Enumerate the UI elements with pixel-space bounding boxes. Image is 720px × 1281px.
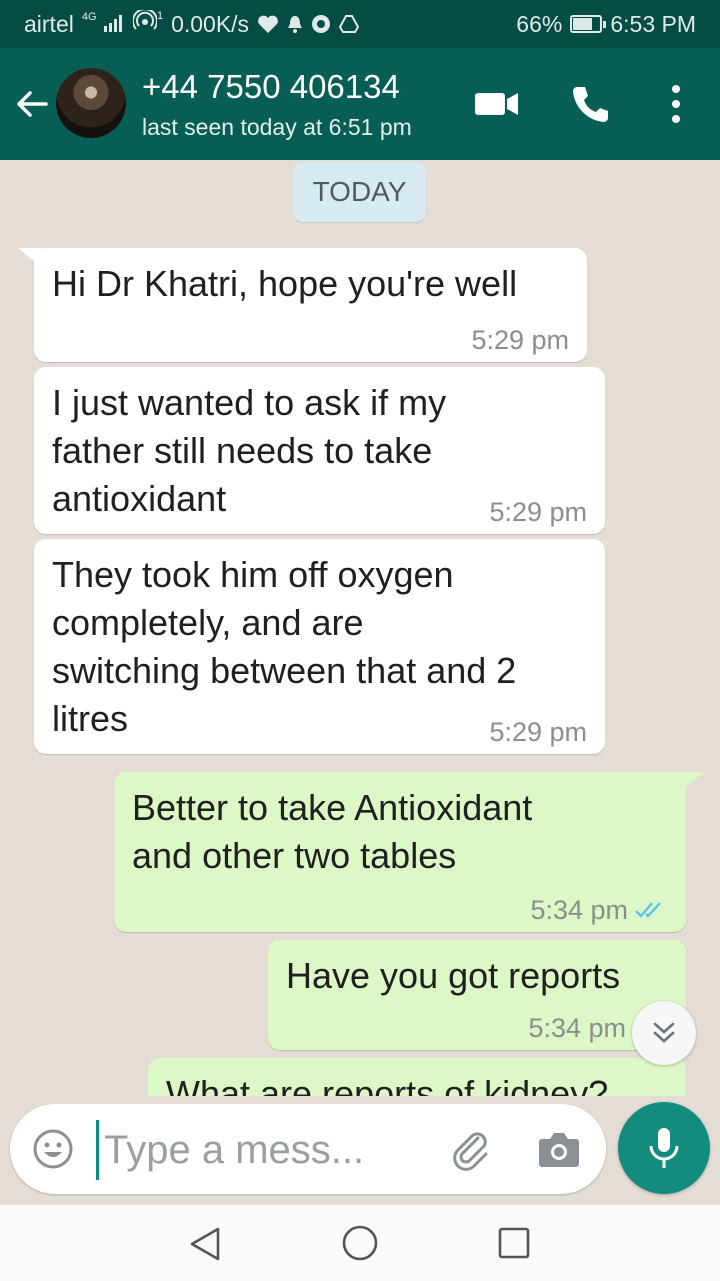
hotspot-indicator: 1 xyxy=(131,8,164,38)
phone-icon[interactable] xyxy=(570,84,610,124)
message-text-line: They took him off oxygen xyxy=(52,554,454,595)
chat-header: +44 7550 406134 last seen today at 6:51 … xyxy=(0,48,720,160)
read-ticks-icon xyxy=(635,902,661,918)
message-time-label: 5:34 pm xyxy=(530,895,628,925)
text-cursor xyxy=(96,1120,99,1180)
message-bubble-outgoing[interactable]: Better to take Antioxidant and other two… xyxy=(114,772,686,932)
message-text-line: completely, and are xyxy=(52,602,364,643)
nav-home-icon[interactable] xyxy=(340,1223,380,1263)
network-type: 4G xyxy=(82,11,125,38)
message-list[interactable]: TODAY Hi Dr Khatri, hope you're well 5:2… xyxy=(0,160,720,1096)
avatar[interactable] xyxy=(56,68,126,138)
battery-percent: 66% xyxy=(516,10,563,37)
status-bar: airtel 4G 1 0.00K/s 66% 6:53 PM xyxy=(0,0,720,48)
network-speed: 0.00K/s xyxy=(171,10,250,37)
battery-fill xyxy=(573,18,592,30)
message-time-label: 5:29 pm xyxy=(471,325,569,355)
more-vert-icon[interactable] xyxy=(664,82,688,126)
network-type-label: 4G xyxy=(81,10,97,23)
paperclip-icon[interactable] xyxy=(448,1126,494,1172)
double-chevron-down-icon xyxy=(653,1022,675,1043)
emoji-icon[interactable] xyxy=(32,1128,74,1170)
notification-bell-icon xyxy=(288,16,303,33)
message-time-label: 5:34 pm xyxy=(528,1013,626,1043)
message-text-line: switching between that and 2 xyxy=(52,650,517,691)
system-nav-bar xyxy=(0,1204,720,1281)
message-input[interactable] xyxy=(102,1122,426,1178)
last-seen-status: last seen today at 6:51 pm xyxy=(142,114,412,140)
video-call-icon[interactable] xyxy=(474,88,520,120)
message-text-line: and other two tables xyxy=(132,835,457,876)
message-composer xyxy=(10,1104,606,1194)
nav-recent-icon[interactable] xyxy=(496,1225,532,1261)
message-text: Have you got reports xyxy=(286,955,621,996)
message-time: 5:29 pm xyxy=(471,324,569,356)
voice-record-button[interactable] xyxy=(618,1102,710,1194)
contact-name[interactable]: +44 7550 406134 xyxy=(142,68,400,106)
hotspot-icon xyxy=(131,8,158,30)
signal-icon xyxy=(103,14,122,32)
message-bubble-incoming[interactable]: I just wanted to ask if my father still … xyxy=(34,367,605,534)
message-text: What are reports of kidney? xyxy=(166,1073,609,1096)
nav-back-icon[interactable] xyxy=(186,1225,224,1263)
message-time-label: 5:29 pm xyxy=(489,497,587,527)
message-time: 5:34 pm xyxy=(528,1012,626,1044)
hotspot-count: 1 xyxy=(156,10,164,22)
status-right: 66% 6:53 PM xyxy=(516,11,696,38)
status-left: airtel 4G 1 0.00K/s xyxy=(24,8,360,38)
battery-icon xyxy=(570,15,607,33)
date-chip: TODAY xyxy=(293,162,426,222)
message-time-label: 5:29 pm xyxy=(489,717,587,747)
carrier-name: airtel xyxy=(24,10,74,37)
chrome-icon xyxy=(312,15,331,33)
back-arrow-icon[interactable] xyxy=(12,84,52,124)
camera-icon[interactable] xyxy=(538,1130,580,1168)
message-text: Hi Dr Khatri, hope you're well xyxy=(52,263,518,304)
message-time: 5:29 pm xyxy=(489,496,587,528)
message-time: 5:34 pm xyxy=(530,894,668,926)
heart-rate-icon xyxy=(258,15,278,33)
message-bubble-outgoing[interactable]: What are reports of kidney? xyxy=(148,1058,686,1096)
scroll-to-bottom-button[interactable] xyxy=(632,1001,696,1065)
message-text-line: I just wanted to ask if my xyxy=(52,382,447,423)
microphone-icon xyxy=(649,1128,679,1168)
drive-icon xyxy=(339,15,360,33)
message-bubble-incoming[interactable]: Hi Dr Khatri, hope you're well 5:29 pm xyxy=(34,248,587,362)
message-text-line: Better to take Antioxidant xyxy=(132,787,533,828)
message-text-line: father still needs to take xyxy=(52,430,433,471)
message-time: 5:29 pm xyxy=(489,716,587,748)
clock: 6:53 PM xyxy=(610,10,696,37)
message-bubble-incoming[interactable]: They took him off oxygen completely, and… xyxy=(34,539,605,754)
message-bubble-outgoing[interactable]: Have you got reports 5:34 pm xyxy=(268,940,686,1050)
